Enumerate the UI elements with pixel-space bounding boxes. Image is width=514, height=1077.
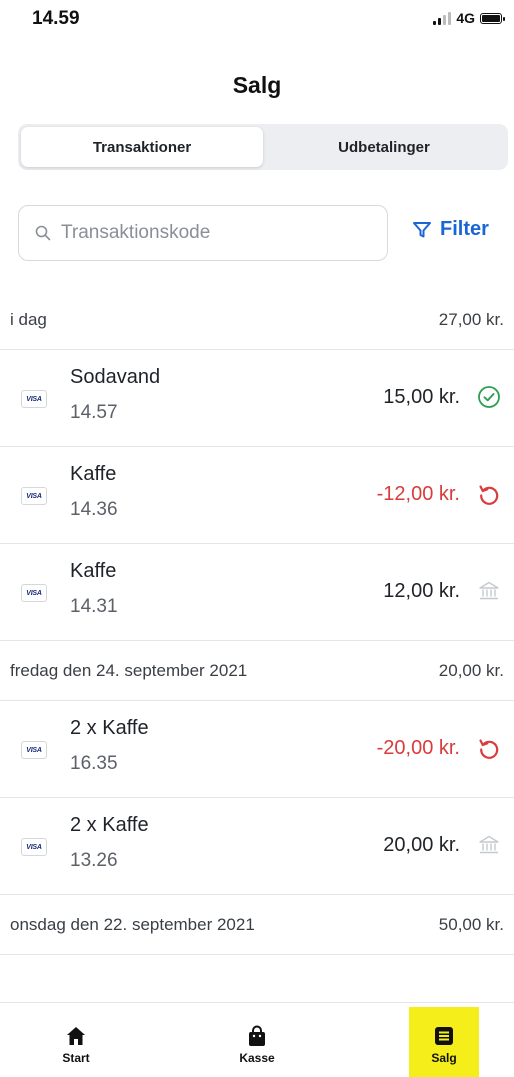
transaction-time: 16.35 <box>70 753 118 774</box>
nav-label: Salg <box>431 1051 457 1065</box>
segmented-control: Transaktioner Udbetalinger <box>18 124 508 170</box>
transaction-amount: -12,00 kr. <box>376 483 460 505</box>
transaction-time: 14.36 <box>70 499 118 520</box>
transaction-time: 13.26 <box>70 850 118 871</box>
page-title: Salg <box>232 72 282 98</box>
transaction-name: Kaffe <box>70 560 117 582</box>
transaction-time: 14.31 <box>70 596 118 617</box>
visa-card-icon: VISA <box>21 741 47 759</box>
filter-label: Filter <box>440 218 489 240</box>
transaction-name: Sodavand <box>70 366 161 388</box>
transaction-amount: 20,00 kr. <box>383 834 460 856</box>
search-input[interactable]: Transaktionskode <box>18 205 388 261</box>
section-title: onsdag den 22. september 2021 <box>10 914 255 934</box>
refund-icon <box>476 481 502 507</box>
transaction-row[interactable]: VISA Kaffe 14.36 -12,00 kr. <box>0 447 514 544</box>
refund-icon <box>476 735 502 761</box>
status-time: 14.59 <box>32 8 80 29</box>
section-title: fredag den 24. september 2021 <box>10 660 248 680</box>
transaction-amount: -20,00 kr. <box>376 737 460 759</box>
search-icon <box>35 225 51 241</box>
section-header: fredag den 24. september 2021 20,00 kr. <box>0 641 514 701</box>
receipt-list-icon <box>435 1027 453 1045</box>
nav-start[interactable]: Start <box>36 1003 116 1077</box>
section-title: i dag <box>10 309 47 329</box>
visa-card-icon: VISA <box>21 390 47 408</box>
network-type: 4G <box>456 10 475 26</box>
status-bar: 14.59 4G <box>0 0 514 44</box>
bottom-nav: Start Kasse Salg <box>0 1002 514 1077</box>
transaction-time: 14.57 <box>70 402 118 423</box>
check-circle-icon <box>476 384 502 410</box>
nav-kasse[interactable]: Kasse <box>217 1003 297 1077</box>
bank-icon <box>476 578 502 604</box>
visa-card-icon: VISA <box>21 838 47 856</box>
transaction-row[interactable]: VISA Sodavand 14.57 15,00 kr. <box>0 350 514 447</box>
search-placeholder: Transaktionskode <box>61 222 211 243</box>
section-total: 20,00 kr. <box>438 660 504 680</box>
tab-udbetalinger[interactable]: Udbetalinger <box>263 127 505 167</box>
filter-icon <box>413 221 431 237</box>
transaction-name: 2 x Kaffe <box>70 717 149 739</box>
battery-icon <box>480 12 505 24</box>
visa-card-icon: VISA <box>21 584 47 602</box>
transaction-row[interactable]: VISA 2 x Kaffe 16.35 -20,00 kr. <box>0 701 514 798</box>
visa-card-icon: VISA <box>21 487 47 505</box>
transaction-amount: 12,00 kr. <box>383 580 460 602</box>
transaction-row[interactable]: VISA 2 x Kaffe 13.26 20,00 kr. <box>0 798 514 895</box>
transaction-list: i dag 27,00 kr. VISA Sodavand 14.57 15,0… <box>0 290 514 955</box>
nav-label: Kasse <box>239 1051 275 1065</box>
transaction-row[interactable]: VISA Kaffe 14.31 12,00 kr. <box>0 544 514 641</box>
shopping-bag-icon <box>249 1025 265 1046</box>
section-total: 50,00 kr. <box>438 914 504 934</box>
signal-icon <box>433 11 452 25</box>
transaction-name: 2 x Kaffe <box>70 814 149 836</box>
nav-label: Start <box>62 1051 90 1065</box>
filter-button[interactable]: Filter <box>412 218 489 241</box>
section-header: i dag 27,00 kr. <box>0 290 514 350</box>
section-total: 27,00 kr. <box>438 309 504 329</box>
bank-icon <box>476 832 502 858</box>
home-icon <box>67 1027 85 1045</box>
section-header: onsdag den 22. september 2021 50,00 kr. <box>0 895 514 955</box>
transaction-amount: 15,00 kr. <box>383 386 460 408</box>
status-indicators: 4G <box>433 10 505 26</box>
tab-transaktioner[interactable]: Transaktioner <box>21 127 263 167</box>
nav-salg[interactable]: Salg <box>409 1007 479 1077</box>
transaction-name: Kaffe <box>70 463 117 485</box>
